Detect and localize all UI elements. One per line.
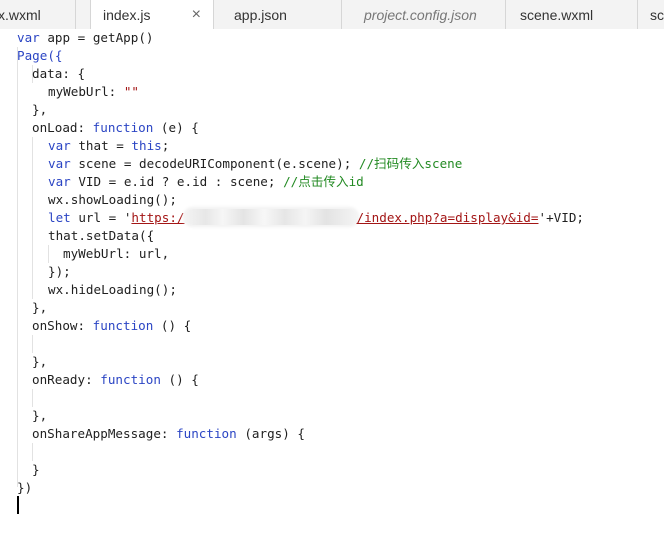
code-line: }: [32, 461, 40, 479]
tab-project-config-json[interactable]: project.config.json: [352, 0, 506, 29]
code-line: var scene = decodeURIComponent(e.scene);…: [48, 155, 462, 173]
code-line: that.setData({: [48, 227, 154, 245]
code-line: onLoad: function (e) {: [32, 119, 199, 137]
code-token: onShareAppMessage:: [32, 426, 177, 441]
code-token: function: [92, 120, 154, 135]
code-token: let: [48, 210, 71, 225]
code-token: function: [92, 318, 154, 333]
code-line: myWebUrl: "": [48, 83, 139, 101]
code-line: onReady: function () {: [32, 371, 199, 389]
code-token: function: [176, 426, 237, 441]
code-token: myWebUrl: url,: [63, 246, 170, 261]
code-token: onLoad:: [32, 120, 93, 135]
code-token: "": [123, 84, 139, 99]
code-token: wx.showLoading();: [48, 192, 177, 207]
code-line: wx.hideLoading();: [48, 281, 177, 299]
code-token: VID = e.id ? e.id : scene;: [70, 174, 284, 189]
code-token: onShow:: [32, 318, 93, 333]
code-token: onReady:: [32, 372, 101, 387]
code-line: data: {: [32, 65, 85, 83]
code-token: Page({: [17, 48, 63, 63]
code-comment: //扫码传入scene: [358, 156, 463, 171]
code-line: onShow: function () {: [32, 317, 191, 335]
code-line: }): [17, 479, 32, 497]
code-line: },: [32, 101, 47, 119]
tab-label: scene.wxml: [520, 7, 594, 23]
code-token: }: [32, 462, 40, 477]
code-token: /index.php?a=display&id=: [356, 210, 539, 225]
code-token: myWebUrl:: [48, 84, 124, 99]
tab-label: app.json: [234, 7, 287, 23]
tab-app-json[interactable]: app.json: [222, 0, 342, 29]
text-cursor: [17, 496, 19, 514]
tab-x-wxml[interactable]: x.wxml: [0, 0, 76, 29]
code-line: Page({: [17, 47, 63, 65]
code-editor[interactable]: var app = getApp() Page({ data: { myWebU…: [0, 29, 664, 555]
tab-label: project.config.json: [364, 7, 477, 23]
tab-sc[interactable]: sc: [638, 0, 664, 29]
code-line: },: [32, 353, 47, 371]
code-token: }): [17, 480, 33, 495]
code-token: that =: [70, 138, 132, 153]
tab-label: index.js: [103, 7, 151, 23]
code-token: () {: [153, 318, 192, 333]
code-token: app = getApp(): [39, 30, 154, 45]
code-line: var that = this;: [48, 137, 169, 155]
code-token: scene = decodeURIComponent(e.scene);: [70, 156, 359, 171]
code-token: var: [48, 174, 71, 189]
indent-guide: [32, 335, 33, 353]
code-token: },: [32, 300, 48, 315]
code-token: data: {: [32, 66, 86, 81]
indent-guide: [17, 47, 18, 487]
url-string[interactable]: https:/ /index.php?a=display&id=: [131, 209, 539, 225]
code-line: var app = getApp(): [17, 29, 153, 47]
code-token: },: [32, 102, 48, 117]
code-line: let url = 'https:/ /index.php?a=display&i…: [48, 209, 584, 227]
indent-guide: [32, 389, 33, 407]
code-token: function: [100, 372, 161, 387]
indent-guide: [48, 245, 49, 263]
code-token: },: [32, 354, 48, 369]
code-token: () {: [160, 372, 199, 387]
code-token: url = ': [70, 210, 132, 225]
close-icon[interactable]: ×: [192, 0, 201, 29]
code-token: (args) {: [236, 426, 305, 441]
code-token: var: [17, 30, 40, 45]
code-token: wx.hideLoading();: [48, 282, 177, 297]
code-line: });: [48, 263, 71, 281]
code-line: onShareAppMessage: function (args) {: [32, 425, 305, 443]
redacted-region: [184, 209, 357, 225]
code-token: });: [48, 264, 71, 279]
indent-guide: [32, 137, 33, 299]
code-token: var: [48, 156, 71, 171]
code-line: wx.showLoading();: [48, 191, 177, 209]
code-line: },: [32, 299, 47, 317]
tab-label: x.wxml: [0, 7, 41, 23]
tab-index-js[interactable]: index.js ×: [90, 0, 214, 29]
editor-tab-bar: x.wxml index.js × app.json project.confi…: [0, 0, 664, 30]
code-token: https:/: [131, 210, 185, 225]
code-comment: //点击传入id: [283, 174, 364, 189]
code-token: '+VID;: [538, 210, 584, 225]
code-token: ;: [161, 138, 170, 153]
tab-scene-wxml[interactable]: scene.wxml: [508, 0, 638, 29]
code-token: this: [131, 138, 162, 153]
indent-guide: [32, 443, 33, 461]
code-token: var: [48, 138, 71, 153]
code-line: var VID = e.id ? e.id : scene; //点击传入id: [48, 173, 364, 191]
code-token: },: [32, 408, 48, 423]
code-line: myWebUrl: url,: [63, 245, 169, 263]
code-line: },: [32, 407, 47, 425]
code-token: (e) {: [153, 120, 199, 135]
code-token: that.setData({: [48, 228, 155, 243]
tab-label: sc: [650, 7, 664, 23]
